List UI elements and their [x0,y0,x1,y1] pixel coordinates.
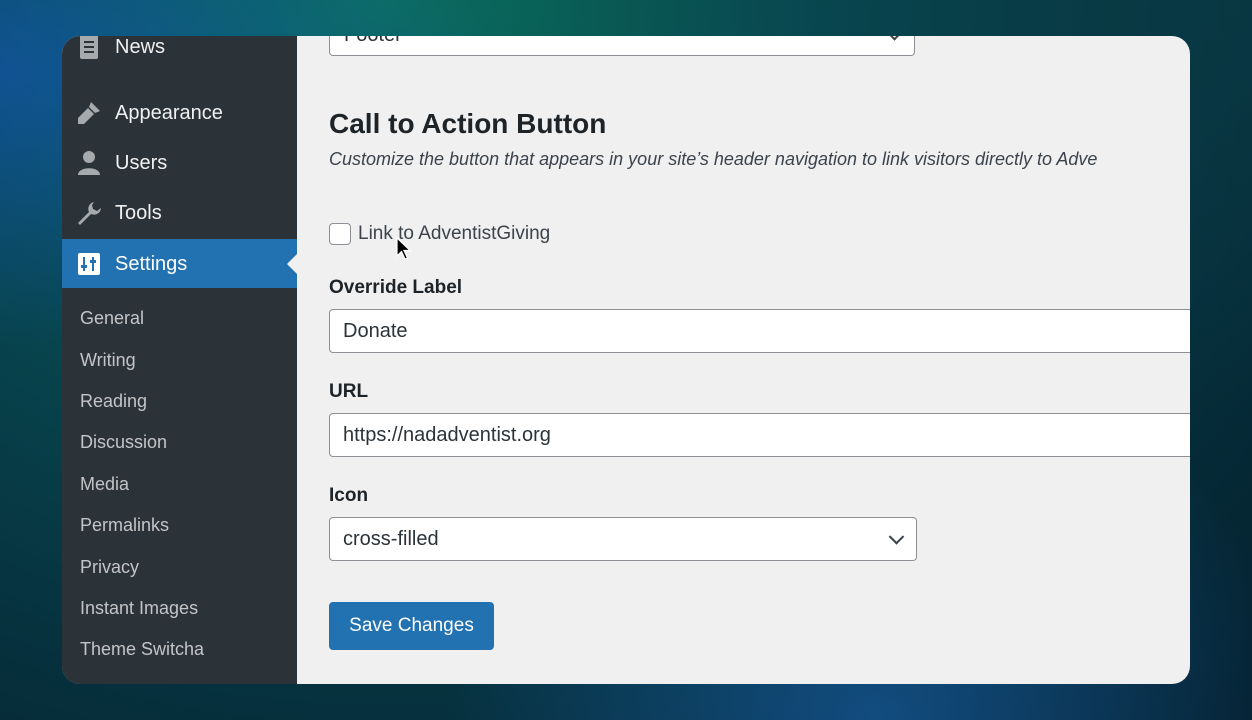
url-heading: URL [329,381,369,402]
adventist-giving-option: Link to AdventistGiving [329,223,550,245]
icon-heading: Icon [329,485,369,506]
sidebar-item-label: Users [115,151,168,174]
select-value: cross-filled [343,527,439,550]
submenu-item-general[interactable]: General [80,308,144,329]
submenu-item-permalinks[interactable]: Permalinks [80,515,169,536]
user-icon [75,149,103,177]
chevron-down-icon [888,529,905,545]
sidebar-item-label: Appearance [115,101,223,124]
override-label-heading: Override Label [329,277,463,298]
settings-icon [75,250,103,278]
settings-content: Footer Call to Action Button Customize t… [297,36,1190,684]
submenu-item-reading[interactable]: Reading [80,391,147,412]
url-input[interactable] [329,413,1190,457]
submenu-item-writing[interactable]: Writing [80,350,136,371]
sidebar-item-label: Tools [115,201,162,224]
sidebar-item-tools[interactable]: Tools [62,188,297,238]
submenu-item-privacy[interactable]: Privacy [80,557,139,578]
checkbox-label[interactable]: Link to AdventistGiving [358,223,550,245]
chevron-down-icon [886,36,903,41]
link-to-adventistgiving-checkbox[interactable] [329,223,351,245]
sidebar-item-news[interactable]: News [62,36,297,72]
brush-icon [75,99,103,127]
section-description: Customize the button that appears in you… [329,149,1098,169]
sidebar-item-label: Settings [115,252,188,275]
override-label-input[interactable] [329,309,1190,353]
sidebar-item-settings[interactable]: Settings [62,239,297,289]
submenu-item-media[interactable]: Media [80,474,129,495]
sidebar-item-appearance[interactable]: Appearance [62,88,297,138]
sidebar-item-label: News [115,36,166,58]
wrench-icon [75,199,103,227]
submenu-item-theme-switcha[interactable]: Theme Switcha [80,639,204,660]
sidebar-item-users[interactable]: Users [62,138,297,188]
save-changes-button[interactable]: Save Changes [329,602,494,650]
admin-sidebar: News Appearance Users Tools Settings Gen… [62,36,297,684]
settings-submenu: General Writing Reading Discussion Media… [62,288,297,684]
icon-select[interactable]: cross-filled [329,517,917,561]
footer-select[interactable]: Footer [329,36,915,56]
section-title: Call to Action Button [329,108,607,139]
select-value: Footer [344,36,402,47]
submenu-item-instant-images[interactable]: Instant Images [80,598,198,619]
submenu-item-discussion[interactable]: Discussion [80,432,167,453]
browser-window: News Appearance Users Tools Settings Gen… [62,36,1190,684]
news-icon [75,36,103,61]
mouse-cursor-icon [396,237,412,260]
